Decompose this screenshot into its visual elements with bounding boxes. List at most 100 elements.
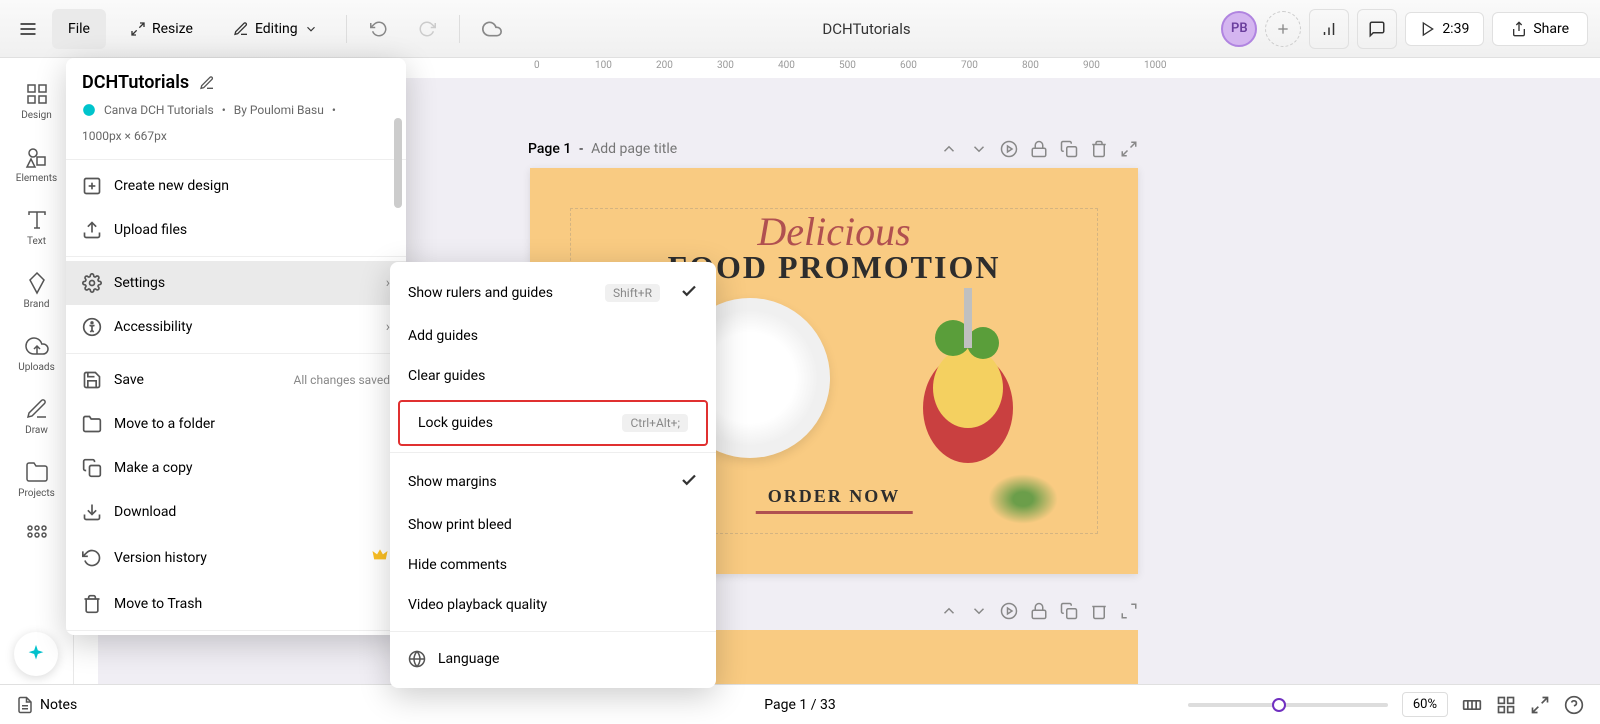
ruler-mark: 800: [1022, 60, 1039, 71]
move-to-trash[interactable]: Move to Trash: [66, 582, 406, 626]
menu-label: Show margins: [408, 474, 497, 490]
animate-icon[interactable]: [1000, 602, 1018, 620]
zoom-slider[interactable]: [1188, 703, 1388, 707]
menu-label: Accessibility: [114, 319, 192, 335]
cloud-sync-button[interactable]: [472, 9, 512, 49]
edit-title-icon[interactable]: [199, 75, 215, 91]
lock-icon[interactable]: [1030, 140, 1048, 158]
add-user-button[interactable]: [1265, 11, 1301, 47]
file-label: File: [68, 21, 90, 37]
add-guides-item[interactable]: Add guides: [390, 316, 716, 356]
duration-label: 2:39: [1442, 21, 1469, 37]
lock-icon[interactable]: [1030, 602, 1048, 620]
shortcut: Ctrl+Alt+;: [622, 414, 688, 432]
sidebar-design[interactable]: Design: [0, 70, 73, 133]
menu-label: Make a copy: [114, 460, 193, 476]
sidebar-brand[interactable]: Brand: [0, 259, 73, 322]
document-title[interactable]: DCHTutorials: [520, 20, 1214, 38]
clear-guides-item[interactable]: Clear guides: [390, 356, 716, 396]
avatar[interactable]: PB: [1221, 11, 1257, 47]
lock-guides-item[interactable]: Lock guides Ctrl+Alt+;: [398, 400, 708, 446]
hide-comments-item[interactable]: Hide comments: [390, 545, 716, 585]
check-icon: [680, 471, 698, 493]
resize-button[interactable]: Resize: [114, 9, 209, 49]
move-to-folder[interactable]: Move to a folder: [66, 402, 406, 446]
ruler-mark: 700: [961, 60, 978, 71]
redo-button[interactable]: [407, 9, 447, 49]
language-item[interactable]: Language: [390, 638, 716, 680]
ruler-mark: 100: [595, 60, 612, 71]
trash-icon[interactable]: [1090, 602, 1108, 620]
sidebar-apps[interactable]: [0, 511, 73, 559]
chevron-down-icon[interactable]: [970, 602, 988, 620]
download-item[interactable]: Download: [66, 490, 406, 534]
save-item[interactable]: Save All changes saved: [66, 358, 406, 402]
source-label: Canva DCH Tutorials: [104, 103, 214, 117]
create-new-design[interactable]: Create new design: [66, 164, 406, 208]
ruler-mark: 500: [839, 60, 856, 71]
timeline-icon[interactable]: [1462, 695, 1482, 715]
notes-icon: [16, 696, 34, 714]
show-rulers-item[interactable]: Show rulers and guides Shift+R: [390, 270, 716, 316]
share-button[interactable]: Share: [1492, 12, 1588, 46]
page2-actions: [940, 602, 1138, 620]
menu-toggle[interactable]: [12, 13, 44, 45]
herbs-image[interactable]: [988, 474, 1058, 524]
saved-status: All changes saved: [294, 373, 390, 387]
version-history[interactable]: Version history: [66, 534, 406, 582]
scrollbar[interactable]: [394, 118, 402, 208]
chevron-up-icon[interactable]: [940, 140, 958, 158]
page-title-input[interactable]: [591, 141, 769, 157]
animate-icon[interactable]: [1000, 140, 1018, 158]
comment-button[interactable]: [1357, 9, 1397, 49]
file-dims: 1000px × 667px: [66, 129, 406, 155]
zoom-percentage[interactable]: 60%: [1402, 692, 1448, 717]
menu-label: Language: [438, 651, 499, 667]
sidebar-elements[interactable]: Elements: [0, 133, 73, 196]
page-header: Page 1 -: [528, 140, 1138, 158]
menu-label: Add guides: [408, 328, 478, 344]
pasta-fork-image[interactable]: [898, 288, 1038, 468]
help-icon[interactable]: [1564, 695, 1584, 715]
sidebar-uploads[interactable]: Uploads: [0, 322, 73, 385]
ruler-mark: 1000: [1144, 60, 1166, 71]
editing-button[interactable]: Editing: [217, 9, 334, 49]
file-button[interactable]: File: [52, 9, 106, 49]
grid-view-icon[interactable]: [1496, 695, 1516, 715]
insights-button[interactable]: [1309, 9, 1349, 49]
sidebar-label: Text: [27, 236, 46, 247]
settings-item[interactable]: Settings ›: [66, 261, 406, 305]
ai-assistant-button[interactable]: [14, 632, 58, 676]
file-menu-source: Canva DCH Tutorials • By Poulomi Basu •: [66, 103, 406, 129]
order-now-button[interactable]: ORDER NOW: [756, 486, 913, 514]
file-menu-title[interactable]: DCHTutorials: [82, 72, 189, 93]
make-a-copy[interactable]: Make a copy: [66, 446, 406, 490]
page-navigation[interactable]: Page 1 / 33: [764, 697, 835, 713]
show-print-bleed-item[interactable]: Show print bleed: [390, 505, 716, 545]
expand-icon[interactable]: [1120, 140, 1138, 158]
duplicate-icon[interactable]: [1060, 602, 1078, 620]
chevron-down-icon: [304, 22, 318, 36]
sidebar-projects[interactable]: Projects: [0, 448, 73, 511]
upload-files[interactable]: Upload files: [66, 208, 406, 252]
topbar-right: PB 2:39 Share: [1221, 9, 1588, 49]
expand-icon[interactable]: [1120, 602, 1138, 620]
fullscreen-icon[interactable]: [1530, 695, 1550, 715]
sidebar-draw[interactable]: Draw: [0, 385, 73, 448]
menu-label: Download: [114, 504, 176, 520]
duplicate-icon[interactable]: [1060, 140, 1078, 158]
zoom-thumb[interactable]: [1272, 698, 1286, 712]
sidebar-text[interactable]: Text: [0, 196, 73, 259]
play-icon: [1420, 21, 1436, 37]
video-quality-item[interactable]: Video playback quality: [390, 585, 716, 625]
accessibility-item[interactable]: Accessibility ›: [66, 305, 406, 349]
undo-button[interactable]: [359, 9, 399, 49]
chevron-up-icon[interactable]: [940, 602, 958, 620]
duration-button[interactable]: 2:39: [1405, 12, 1484, 46]
show-margins-item[interactable]: Show margins: [390, 459, 716, 505]
globe-icon: [408, 650, 426, 668]
trash-icon[interactable]: [1090, 140, 1108, 158]
notes-button[interactable]: Notes: [16, 696, 77, 714]
chevron-down-icon[interactable]: [970, 140, 988, 158]
sidebar: Design Elements Text Brand Uploads Draw …: [0, 58, 74, 684]
